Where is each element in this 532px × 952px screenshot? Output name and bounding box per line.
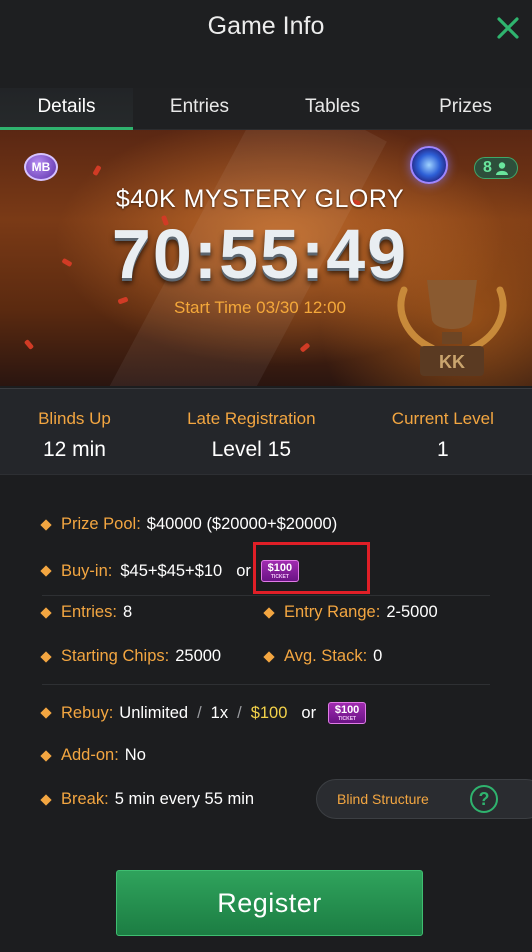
addon-label: Add-on: bbox=[61, 746, 119, 764]
tab-bar: Details Entries Tables Prizes bbox=[0, 88, 532, 130]
player-count-badge: 8 bbox=[474, 157, 518, 179]
bullet-diamond-icon bbox=[40, 518, 52, 531]
starting-chips-row: Starting Chips: 25000 bbox=[40, 647, 222, 666]
break-row: Break: 5 min every 55 min bbox=[40, 790, 255, 809]
stat-value: 12 min bbox=[42, 438, 106, 461]
header: Game Info bbox=[0, 0, 532, 88]
blind-structure-button[interactable]: Blind Structure bbox=[316, 779, 532, 819]
page-title: Game Info bbox=[207, 12, 325, 40]
entries-label: Entries: bbox=[61, 603, 117, 621]
level-stats: Blinds Up 12 min Late Registration Level… bbox=[0, 388, 532, 474]
bullet-diamond-icon bbox=[40, 749, 52, 762]
confetti-piece bbox=[92, 164, 102, 177]
starting-chips-value: 25000 bbox=[175, 647, 222, 665]
rebuy-or: or bbox=[301, 703, 317, 722]
help-question-icon[interactable]: ? bbox=[470, 785, 498, 813]
rebuy-row: Rebuy: Unlimited / 1x / $100 or $100 TIC… bbox=[40, 702, 367, 724]
bullet-diamond-icon bbox=[263, 606, 275, 619]
addon-value: No bbox=[124, 746, 146, 764]
highlight-box bbox=[253, 542, 370, 594]
register-button[interactable]: Register bbox=[116, 870, 423, 936]
prize-pool-value: $40000 ($20000+$20000) bbox=[146, 515, 338, 533]
avg-stack-row: Avg. Stack: 0 bbox=[263, 647, 383, 666]
tournament-banner: MB 8 KK $40K MYSTERY GLORY 70:55:49 Star… bbox=[0, 130, 532, 386]
entries-row: Entries: 8 bbox=[40, 603, 133, 622]
buy-in-label: Buy-in: bbox=[61, 561, 113, 580]
confetti-piece bbox=[23, 339, 35, 350]
break-label: Break: bbox=[61, 790, 109, 808]
tournament-title: $40K MYSTERY GLORY bbox=[115, 185, 405, 213]
bullet-diamond-icon bbox=[40, 793, 52, 806]
buy-in-or: or bbox=[236, 561, 251, 580]
person-icon bbox=[495, 162, 508, 175]
tab-entries[interactable]: Entries bbox=[133, 88, 266, 129]
bullet-diamond-icon bbox=[40, 565, 52, 577]
rebuy-slash: / bbox=[197, 703, 202, 722]
divider bbox=[42, 684, 490, 685]
ticket-caption: TICKET bbox=[338, 716, 357, 722]
stat-blinds-up: Blinds Up 12 min bbox=[38, 409, 111, 462]
stat-late-registration: Late Registration Level 15 bbox=[187, 409, 316, 462]
prize-pool-label: Prize Pool: bbox=[61, 515, 141, 533]
ticket-amount: $100 bbox=[334, 704, 360, 716]
stat-value: 1 bbox=[436, 438, 449, 461]
avg-stack-value: 0 bbox=[373, 647, 383, 665]
tournament-orb-icon bbox=[410, 146, 448, 184]
divider bbox=[0, 474, 532, 475]
ticket-icon: $100 TICKET bbox=[328, 702, 367, 724]
starting-chips-label: Starting Chips: bbox=[61, 647, 170, 665]
entry-range-value: 2-5000 bbox=[386, 603, 438, 621]
tab-details[interactable]: Details bbox=[0, 88, 133, 130]
entry-range-row: Entry Range: 2-5000 bbox=[263, 603, 438, 622]
stat-label: Late Registration bbox=[187, 409, 316, 428]
tab-prizes[interactable]: Prizes bbox=[399, 88, 532, 129]
rebuy-slash: / bbox=[237, 703, 242, 722]
stat-label: Current Level bbox=[391, 409, 494, 428]
blind-structure-label: Blind Structure bbox=[337, 791, 429, 807]
stat-label: Blinds Up bbox=[38, 409, 111, 428]
entry-range-label: Entry Range: bbox=[284, 603, 381, 621]
close-icon[interactable] bbox=[496, 16, 520, 40]
avg-stack-label: Avg. Stack: bbox=[284, 647, 368, 665]
bullet-diamond-icon bbox=[40, 650, 52, 663]
confetti-piece bbox=[299, 342, 311, 353]
mystery-bounty-badge: MB bbox=[24, 153, 58, 181]
addon-row: Add-on: No bbox=[40, 746, 146, 765]
divider bbox=[42, 595, 490, 596]
countdown-timer: 70:55:49 bbox=[111, 215, 409, 293]
entries-value: 8 bbox=[122, 603, 133, 621]
player-count: 8 bbox=[483, 159, 492, 176]
break-value: 5 min every 55 min bbox=[114, 790, 255, 808]
rebuy-count: 1x bbox=[210, 703, 229, 722]
rebuy-price: $100 bbox=[250, 703, 288, 722]
start-time: Start Time 03/30 12:00 bbox=[174, 298, 346, 317]
stat-value: Level 15 bbox=[211, 438, 292, 461]
stat-current-level: Current Level 1 bbox=[392, 409, 494, 462]
rebuy-unlimited: Unlimited bbox=[119, 703, 189, 722]
bullet-diamond-icon bbox=[40, 606, 52, 619]
rebuy-label: Rebuy: bbox=[61, 703, 114, 722]
prize-pool-row: Prize Pool: $40000 ($20000+$20000) bbox=[40, 515, 338, 534]
tab-tables[interactable]: Tables bbox=[266, 88, 399, 129]
svg-text:KK: KK bbox=[439, 352, 465, 372]
bullet-diamond-icon bbox=[263, 650, 275, 663]
bullet-diamond-icon bbox=[40, 707, 52, 719]
buy-in-value: $45+$45+$10 bbox=[120, 561, 223, 580]
